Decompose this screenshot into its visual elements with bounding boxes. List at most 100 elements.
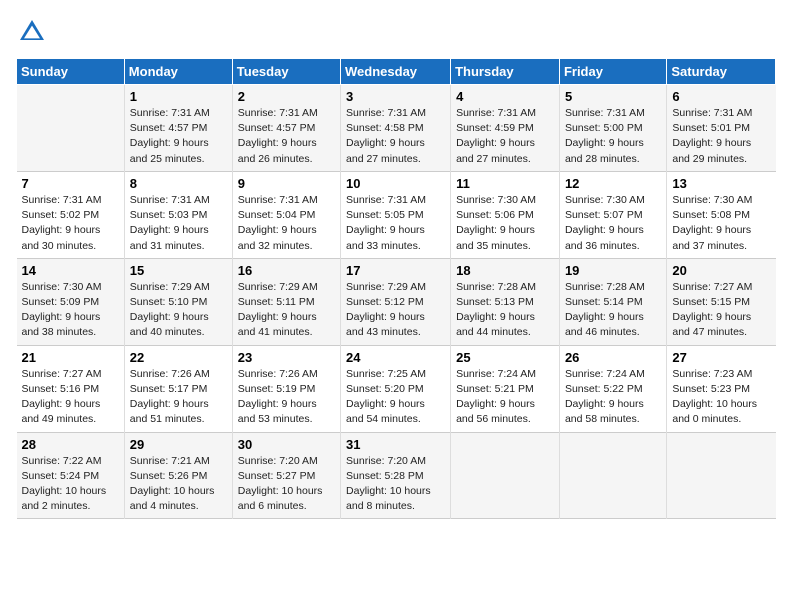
day-number: 18 (456, 263, 554, 278)
day-number: 8 (130, 176, 227, 191)
day-info: Sunrise: 7:30 AMSunset: 5:07 PMDaylight:… (565, 193, 661, 254)
day-cell: 30 Sunrise: 7:20 AMSunset: 5:27 PMDayligh… (232, 432, 340, 519)
week-row-4: 21 Sunrise: 7:27 AMSunset: 5:16 PMDayligh… (17, 345, 776, 432)
day-cell (451, 432, 560, 519)
day-header-wednesday: Wednesday (341, 59, 451, 85)
day-cell: 29 Sunrise: 7:21 AMSunset: 5:26 PMDayligh… (124, 432, 232, 519)
day-cell (17, 85, 125, 172)
day-cell: 27Sunrise: 7:23 AMSunset: 5:23 PMDayligh… (667, 345, 776, 432)
day-number: 20 (672, 263, 770, 278)
day-info: Sunrise: 7:24 AMSunset: 5:22 PMDaylight:… (565, 367, 661, 428)
day-cell (667, 432, 776, 519)
day-info: Sunrise: 7:31 AMSunset: 5:03 PMDaylight:… (130, 193, 227, 254)
day-info: Sunrise: 7:22 AMSunset: 5:24 PMDaylight:… (22, 454, 119, 515)
logo-icon (16, 16, 48, 48)
day-number: 27 (672, 350, 770, 365)
day-cell: 8 Sunrise: 7:31 AMSunset: 5:03 PMDaylight… (124, 171, 232, 258)
day-info: Sunrise: 7:29 AMSunset: 5:12 PMDaylight:… (346, 280, 445, 341)
day-cell: 31 Sunrise: 7:20 AMSunset: 5:28 PMDayligh… (341, 432, 451, 519)
day-cell: 25 Sunrise: 7:24 AMSunset: 5:21 PMDayligh… (451, 345, 560, 432)
day-number: 13 (672, 176, 770, 191)
day-info: Sunrise: 7:21 AMSunset: 5:26 PMDaylight:… (130, 454, 227, 515)
day-cell: 17 Sunrise: 7:29 AMSunset: 5:12 PMDayligh… (341, 258, 451, 345)
day-number: 17 (346, 263, 445, 278)
day-number: 23 (238, 350, 335, 365)
day-info: Sunrise: 7:31 AMSunset: 4:57 PMDaylight:… (130, 106, 227, 167)
day-info: Sunrise: 7:26 AMSunset: 5:17 PMDaylight:… (130, 367, 227, 428)
day-number: 21 (22, 350, 119, 365)
day-cell: 12 Sunrise: 7:30 AMSunset: 5:07 PMDayligh… (559, 171, 666, 258)
week-row-5: 28Sunrise: 7:22 AMSunset: 5:24 PMDayligh… (17, 432, 776, 519)
week-row-3: 14 Sunrise: 7:30 AMSunset: 5:09 PMDayligh… (17, 258, 776, 345)
day-cell: 1 Sunrise: 7:31 AMSunset: 4:57 PMDaylight… (124, 85, 232, 172)
day-cell: 11Sunrise: 7:30 AMSunset: 5:06 PMDayligh… (451, 171, 560, 258)
day-header-saturday: Saturday (667, 59, 776, 85)
day-number: 2 (238, 89, 335, 104)
day-header-monday: Monday (124, 59, 232, 85)
day-cell: 4Sunrise: 7:31 AMSunset: 4:59 PMDaylight… (451, 85, 560, 172)
calendar-table: SundayMondayTuesdayWednesdayThursdayFrid… (16, 58, 776, 519)
day-number: 19 (565, 263, 661, 278)
day-cell (559, 432, 666, 519)
day-cell: 7Sunrise: 7:31 AMSunset: 5:02 PMDaylight… (17, 171, 125, 258)
day-info: Sunrise: 7:24 AMSunset: 5:21 PMDaylight:… (456, 367, 554, 428)
day-number: 11 (456, 176, 554, 191)
day-info: Sunrise: 7:31 AMSunset: 5:00 PMDaylight:… (565, 106, 661, 167)
day-cell: 15 Sunrise: 7:29 AMSunset: 5:10 PMDayligh… (124, 258, 232, 345)
day-info: Sunrise: 7:20 AMSunset: 5:27 PMDaylight:… (238, 454, 335, 515)
day-cell: 21 Sunrise: 7:27 AMSunset: 5:16 PMDayligh… (17, 345, 125, 432)
day-number: 25 (456, 350, 554, 365)
day-number: 15 (130, 263, 227, 278)
day-number: 31 (346, 437, 445, 452)
day-number: 30 (238, 437, 335, 452)
day-info: Sunrise: 7:28 AMSunset: 5:14 PMDaylight:… (565, 280, 661, 341)
day-cell: 13 Sunrise: 7:30 AMSunset: 5:08 PMDayligh… (667, 171, 776, 258)
day-cell: 26 Sunrise: 7:24 AMSunset: 5:22 PMDayligh… (559, 345, 666, 432)
day-info: Sunrise: 7:25 AMSunset: 5:20 PMDaylight:… (346, 367, 445, 428)
day-info: Sunrise: 7:31 AMSunset: 5:01 PMDaylight:… (672, 106, 770, 167)
day-number: 1 (130, 89, 227, 104)
day-cell: 22 Sunrise: 7:26 AMSunset: 5:17 PMDayligh… (124, 345, 232, 432)
week-row-1: 1 Sunrise: 7:31 AMSunset: 4:57 PMDaylight… (17, 85, 776, 172)
day-cell: 20 Sunrise: 7:27 AMSunset: 5:15 PMDayligh… (667, 258, 776, 345)
day-info: Sunrise: 7:31 AMSunset: 4:57 PMDaylight:… (238, 106, 335, 167)
day-number: 29 (130, 437, 227, 452)
day-info: Sunrise: 7:28 AMSunset: 5:13 PMDaylight:… (456, 280, 554, 341)
calendar-header (16, 16, 776, 48)
days-header: SundayMondayTuesdayWednesdayThursdayFrid… (17, 59, 776, 85)
day-header-sunday: Sunday (17, 59, 125, 85)
day-info: Sunrise: 7:20 AMSunset: 5:28 PMDaylight:… (346, 454, 445, 515)
day-info: Sunrise: 7:27 AMSunset: 5:16 PMDaylight:… (22, 367, 119, 428)
day-number: 10 (346, 176, 445, 191)
day-number: 14 (22, 263, 119, 278)
day-cell: 18 Sunrise: 7:28 AMSunset: 5:13 PMDayligh… (451, 258, 560, 345)
day-number: 12 (565, 176, 661, 191)
day-cell: 24Sunrise: 7:25 AMSunset: 5:20 PMDayligh… (341, 345, 451, 432)
day-cell: 23 Sunrise: 7:26 AMSunset: 5:19 PMDayligh… (232, 345, 340, 432)
day-cell: 19 Sunrise: 7:28 AMSunset: 5:14 PMDayligh… (559, 258, 666, 345)
day-number: 22 (130, 350, 227, 365)
day-info: Sunrise: 7:30 AMSunset: 5:08 PMDaylight:… (672, 193, 770, 254)
day-cell: 5 Sunrise: 7:31 AMSunset: 5:00 PMDaylight… (559, 85, 666, 172)
calendar-body: 1 Sunrise: 7:31 AMSunset: 4:57 PMDaylight… (17, 85, 776, 519)
day-info: Sunrise: 7:29 AMSunset: 5:11 PMDaylight:… (238, 280, 335, 341)
day-number: 16 (238, 263, 335, 278)
day-info: Sunrise: 7:26 AMSunset: 5:19 PMDaylight:… (238, 367, 335, 428)
day-info: Sunrise: 7:27 AMSunset: 5:15 PMDaylight:… (672, 280, 770, 341)
day-cell: 9Sunrise: 7:31 AMSunset: 5:04 PMDaylight… (232, 171, 340, 258)
calendar-header-row: SundayMondayTuesdayWednesdayThursdayFrid… (17, 59, 776, 85)
day-info: Sunrise: 7:29 AMSunset: 5:10 PMDaylight:… (130, 280, 227, 341)
day-cell: 28Sunrise: 7:22 AMSunset: 5:24 PMDayligh… (17, 432, 125, 519)
day-cell: 2 Sunrise: 7:31 AMSunset: 4:57 PMDaylight… (232, 85, 340, 172)
day-cell: 14 Sunrise: 7:30 AMSunset: 5:09 PMDayligh… (17, 258, 125, 345)
day-number: 5 (565, 89, 661, 104)
day-info: Sunrise: 7:31 AMSunset: 5:02 PMDaylight:… (22, 193, 119, 254)
day-cell: 10 Sunrise: 7:31 AMSunset: 5:05 PMDayligh… (341, 171, 451, 258)
day-info: Sunrise: 7:31 AMSunset: 4:58 PMDaylight:… (346, 106, 445, 167)
day-info: Sunrise: 7:30 AMSunset: 5:09 PMDaylight:… (22, 280, 119, 341)
day-cell: 16 Sunrise: 7:29 AMSunset: 5:11 PMDayligh… (232, 258, 340, 345)
day-cell: 6Sunrise: 7:31 AMSunset: 5:01 PMDaylight… (667, 85, 776, 172)
day-number: 26 (565, 350, 661, 365)
day-number: 9 (238, 176, 335, 191)
day-info: Sunrise: 7:31 AMSunset: 5:05 PMDaylight:… (346, 193, 445, 254)
